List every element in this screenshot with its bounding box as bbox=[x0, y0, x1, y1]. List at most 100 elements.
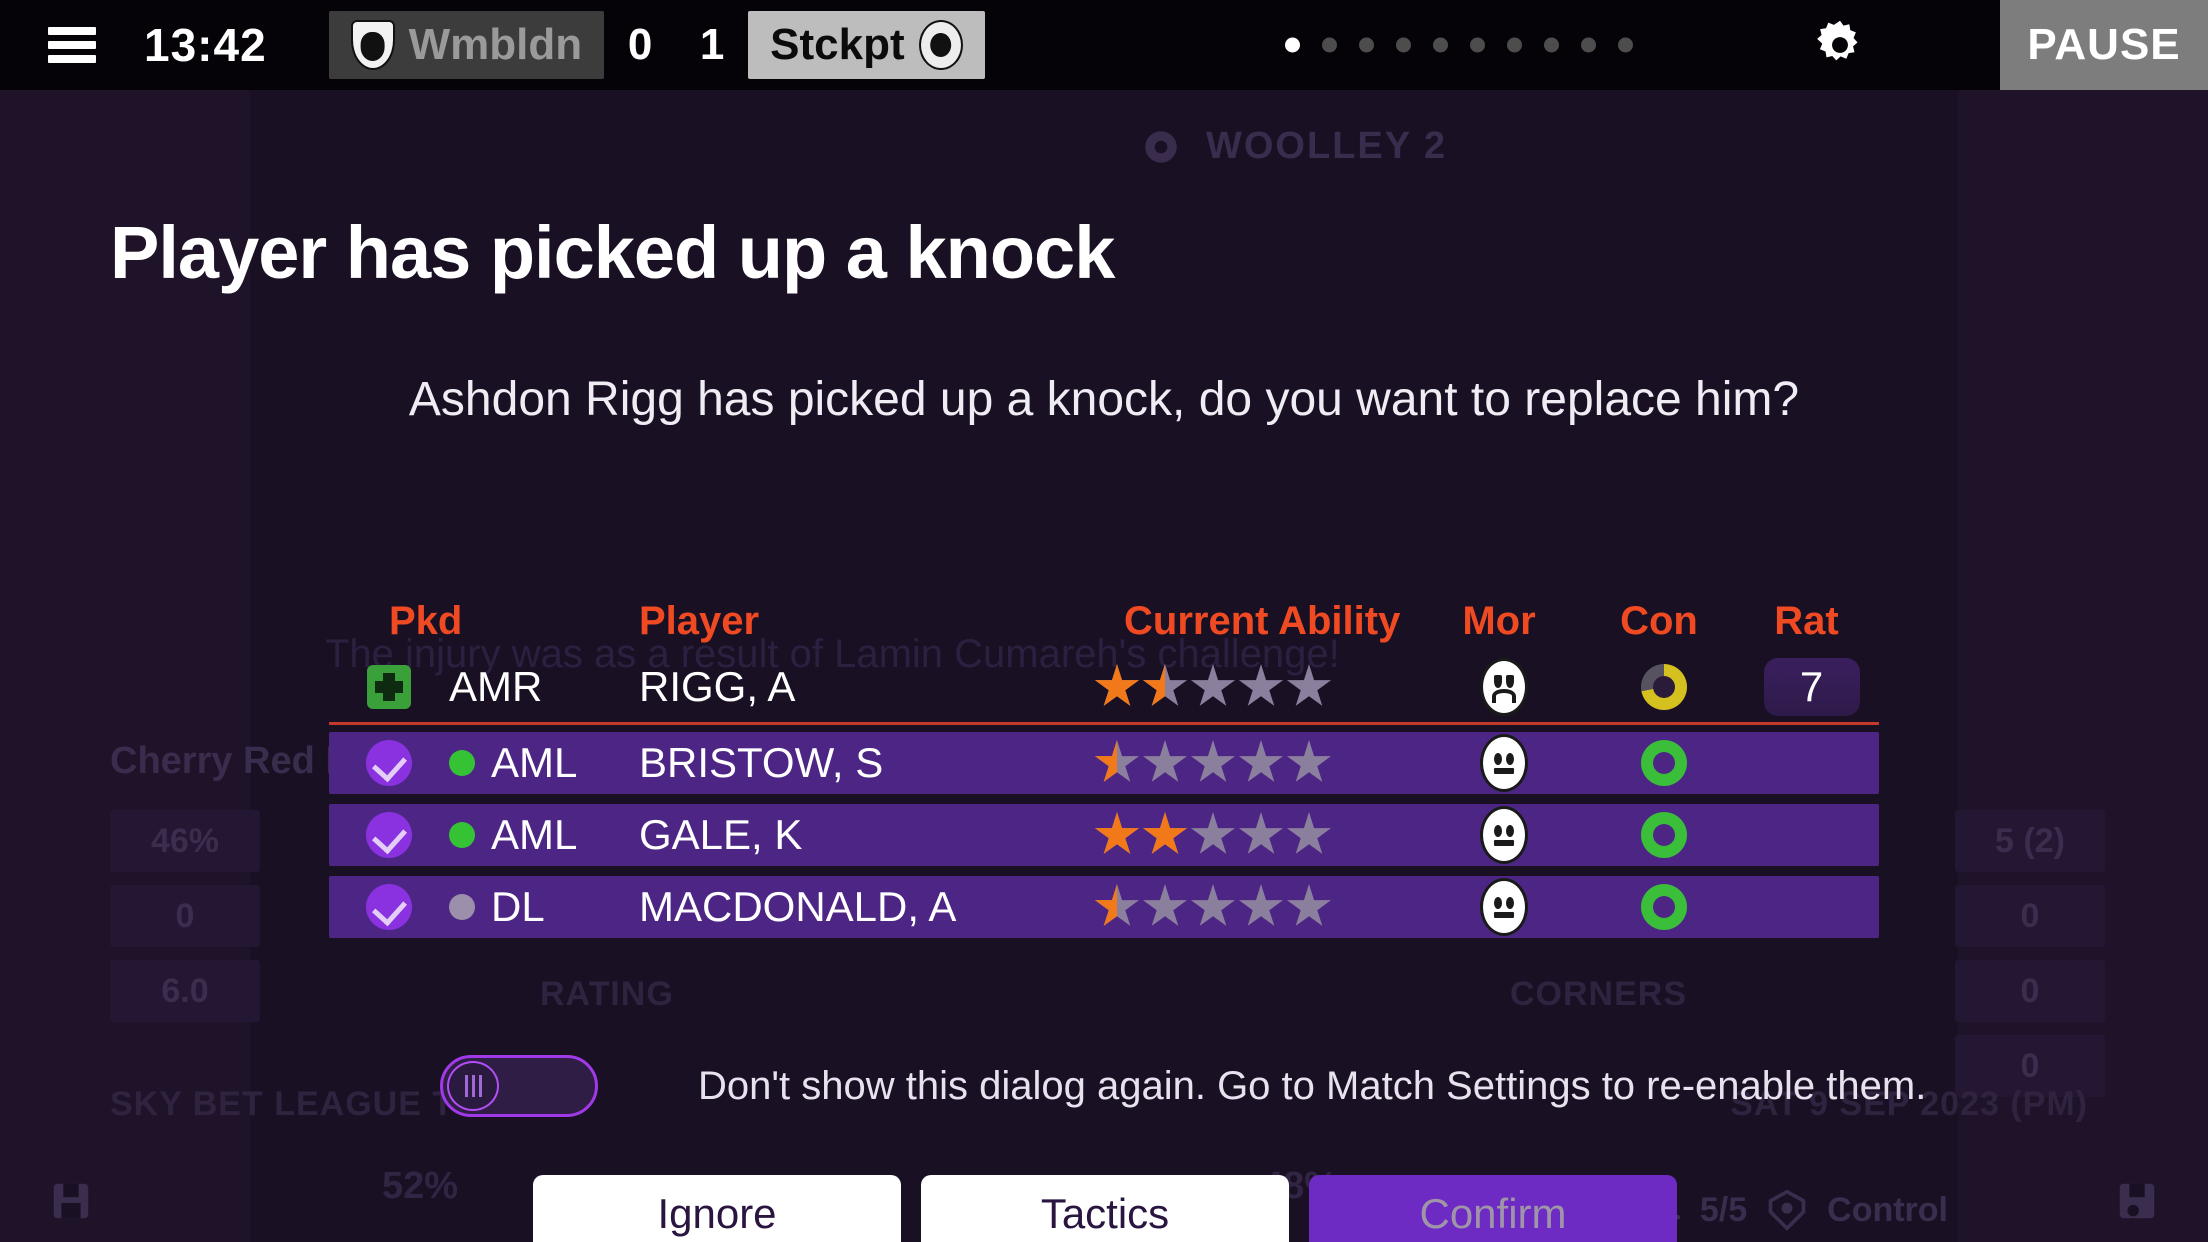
row-1-rating-badge bbox=[1744, 732, 1879, 794]
row-0-morale-icon bbox=[1424, 652, 1584, 722]
page-dot-7[interactable] bbox=[1507, 37, 1522, 53]
row-3-position-group: DL bbox=[449, 876, 639, 938]
top-bar: 13:42 Wmbldn 0 1 Stckpt PAUSE bbox=[0, 0, 2208, 90]
row-1-ability-stars bbox=[1094, 732, 1424, 794]
star-icon bbox=[1094, 812, 1140, 854]
dont-show-again-label: Don't show this dialog again. Go to Matc… bbox=[698, 1063, 1927, 1108]
star-icon bbox=[1238, 664, 1284, 706]
page-dot-5[interactable] bbox=[1433, 37, 1448, 53]
row-2-morale-icon bbox=[1424, 804, 1584, 866]
table-header-row: Pkd Player Current Ability Mor Con Rat bbox=[329, 590, 1879, 652]
row-1-player-name: BRISTOW, S bbox=[639, 739, 884, 786]
column-header-ability: Current Ability bbox=[1124, 599, 1401, 643]
player-replacement-table: Pkd Player Current Ability Mor Con Rat A… bbox=[329, 590, 1879, 938]
star-icon bbox=[1286, 812, 1332, 854]
column-header-player: Player bbox=[639, 599, 760, 643]
page-dot-4[interactable] bbox=[1396, 37, 1411, 53]
star-icon bbox=[1142, 740, 1188, 782]
star-icon bbox=[1286, 740, 1332, 782]
row-2-position-dot bbox=[449, 822, 475, 848]
column-header-pkd: Pkd bbox=[389, 599, 463, 643]
row-0-rating-value: 7 bbox=[1763, 658, 1860, 716]
row-2-condition-ring bbox=[1584, 804, 1744, 866]
row-3-rating-badge bbox=[1744, 876, 1879, 938]
row-3-morale-icon bbox=[1424, 876, 1584, 938]
dont-show-again-row: Don't show this dialog again. Go to Matc… bbox=[440, 1055, 1926, 1117]
row-3-position-dot bbox=[449, 894, 475, 920]
confirm-button[interactable]: Confirm bbox=[1309, 1175, 1677, 1242]
row-1-position-dot bbox=[449, 750, 475, 776]
star-icon bbox=[1142, 664, 1188, 706]
star-icon bbox=[1142, 884, 1188, 926]
page-dots[interactable] bbox=[1285, 37, 1633, 53]
star-icon bbox=[1190, 812, 1236, 854]
home-score: 0 bbox=[627, 20, 653, 69]
away-team-chip[interactable]: Stckpt bbox=[748, 11, 985, 79]
pause-button[interactable]: PAUSE bbox=[2000, 0, 2208, 90]
star-icon bbox=[1142, 812, 1188, 854]
dialog-actions: Ignore Tactics Confirm bbox=[533, 1175, 1677, 1242]
injured-row-divider bbox=[329, 722, 1879, 725]
star-icon bbox=[1286, 664, 1332, 706]
table-row-sub-gale[interactable]: AML GALE, K bbox=[329, 804, 1879, 866]
table-row-sub-macdonald[interactable]: DL MACDONALD, A bbox=[329, 876, 1879, 938]
row-2-position: AML bbox=[491, 811, 578, 858]
page-dot-9[interactable] bbox=[1581, 37, 1596, 53]
star-icon bbox=[1094, 664, 1140, 706]
row-3-condition-ring bbox=[1584, 876, 1744, 938]
row-0-rating-badge: 7 bbox=[1744, 652, 1879, 722]
column-header-rat: Rat bbox=[1774, 599, 1839, 643]
row-3-ability-stars bbox=[1094, 876, 1424, 938]
row-2-rating-badge bbox=[1744, 804, 1879, 866]
row-1-position: AML bbox=[491, 739, 578, 786]
row-1-check-circle-icon[interactable] bbox=[329, 732, 449, 794]
row-1-condition-ring bbox=[1584, 732, 1744, 794]
star-icon bbox=[1286, 884, 1332, 926]
star-icon bbox=[1190, 884, 1236, 926]
star-icon bbox=[1190, 664, 1236, 706]
table-row-injured-player[interactable]: AMR RIGG, A 7 bbox=[329, 652, 1879, 725]
gear-icon[interactable] bbox=[1812, 17, 1868, 73]
row-0-condition-ring bbox=[1584, 652, 1744, 722]
page-dot-8[interactable] bbox=[1544, 37, 1559, 53]
row-3-position: DL bbox=[491, 883, 545, 930]
row-0-position: AMR bbox=[449, 663, 543, 710]
column-header-con: Con bbox=[1620, 599, 1698, 643]
row-2-player-name: GALE, K bbox=[639, 811, 803, 858]
page-dot-3[interactable] bbox=[1359, 37, 1374, 53]
tactics-button[interactable]: Tactics bbox=[921, 1175, 1289, 1242]
page-dot-1[interactable] bbox=[1285, 37, 1300, 53]
ignore-button[interactable]: Ignore bbox=[533, 1175, 901, 1242]
row-2-ability-stars bbox=[1094, 804, 1424, 866]
row-3-player-name: MACDONALD, A bbox=[639, 883, 957, 930]
star-icon bbox=[1238, 884, 1284, 926]
row-2-position-group: AML bbox=[449, 804, 639, 866]
dialog-question: Ashdon Rigg has picked up a knock, do yo… bbox=[408, 373, 1800, 426]
home-team-name: Wmbldn bbox=[408, 20, 583, 69]
row-2-check-circle-icon[interactable] bbox=[329, 804, 449, 866]
hamburger-menu-icon[interactable] bbox=[48, 27, 96, 63]
row-0-ability-stars bbox=[1094, 652, 1424, 722]
match-clock: 13:42 bbox=[144, 19, 267, 71]
medical-cross-icon bbox=[329, 652, 449, 722]
away-score: 1 bbox=[699, 20, 725, 69]
row-0-player-name: RIGG, A bbox=[639, 663, 796, 710]
page-dot-10[interactable] bbox=[1618, 37, 1633, 53]
star-icon bbox=[1094, 740, 1140, 782]
page-dot-2[interactable] bbox=[1322, 37, 1337, 53]
dont-show-again-toggle[interactable] bbox=[440, 1055, 598, 1117]
home-team-chip[interactable]: Wmbldn bbox=[328, 11, 605, 79]
page-dot-6[interactable] bbox=[1470, 37, 1485, 53]
star-icon bbox=[1094, 884, 1140, 926]
wimbledon-crest-icon bbox=[350, 20, 395, 70]
row-3-check-circle-icon[interactable] bbox=[329, 876, 449, 938]
away-team-name: Stckpt bbox=[770, 20, 905, 69]
column-header-mor: Mor bbox=[1462, 599, 1536, 643]
knock-dialog: Player has picked up a knock Ashdon Rigg… bbox=[0, 90, 2208, 1242]
table-row-sub-bristow[interactable]: AML BRISTOW, S bbox=[329, 732, 1879, 794]
star-icon bbox=[1238, 740, 1284, 782]
star-icon bbox=[1190, 740, 1236, 782]
star-icon bbox=[1238, 812, 1284, 854]
stockport-crest-icon bbox=[918, 20, 963, 70]
dialog-title: Player has picked up a knock bbox=[110, 211, 1115, 294]
